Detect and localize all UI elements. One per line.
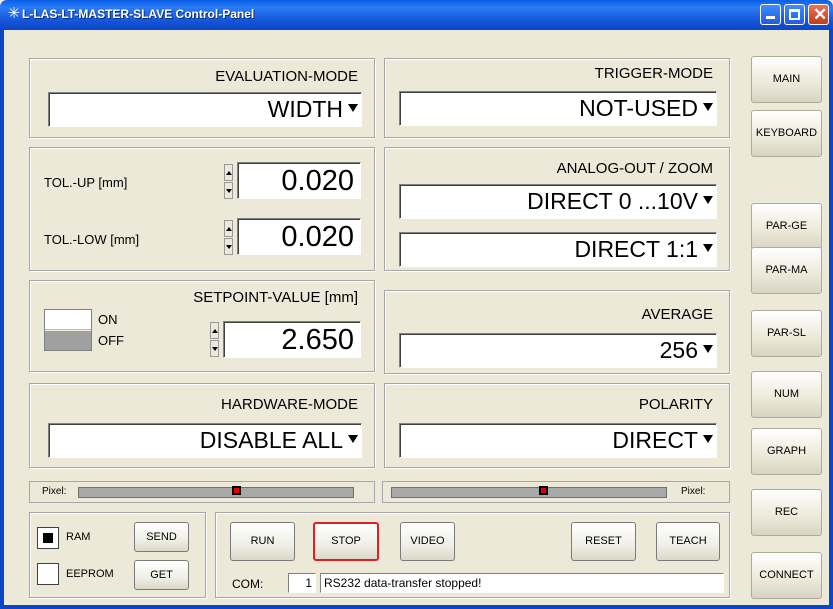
- setpoint-stepper[interactable]: [210, 322, 219, 358]
- zoom-value: DIRECT 1:1: [574, 236, 698, 262]
- increment-icon[interactable]: [224, 164, 233, 181]
- main-button[interactable]: MAIN: [751, 56, 822, 103]
- tol-up-label: TOL.-UP [mm]: [44, 175, 128, 190]
- minimize-button[interactable]: [760, 4, 781, 25]
- pixel-label-left: Pixel:: [42, 486, 67, 497]
- maximize-button[interactable]: [784, 4, 805, 25]
- tol-low-value: 0.020: [281, 221, 354, 253]
- pixel-bar-left: Pixel:: [29, 481, 375, 503]
- analog-out-dropdown[interactable]: DIRECT 0 ...10V: [399, 184, 717, 219]
- eeprom-label: EEPROM: [66, 568, 114, 580]
- hardware-mode-value: DISABLE ALL: [199, 427, 343, 453]
- trigger-mode-value: NOT-USED: [579, 95, 698, 121]
- keyboard-button[interactable]: KEYBOARD: [751, 110, 822, 157]
- rec-button[interactable]: REC: [751, 489, 822, 536]
- window-title: L-LAS-LT-MASTER-SLAVE Control-Panel: [22, 7, 255, 21]
- zoom-dropdown[interactable]: DIRECT 1:1: [399, 232, 717, 267]
- tol-low-input[interactable]: 0.020: [237, 218, 361, 255]
- tol-up-stepper[interactable]: [224, 164, 233, 200]
- chevron-down-icon: [348, 435, 358, 443]
- polarity-panel: POLARITY DIRECT: [384, 383, 730, 468]
- analog-out-label: ANALOG-OUT / ZOOM: [556, 160, 713, 177]
- reset-button[interactable]: RESET: [571, 522, 636, 561]
- graph-button[interactable]: GRAPH: [751, 428, 822, 475]
- tol-up-value: 0.020: [281, 165, 354, 197]
- ram-label: RAM: [66, 531, 91, 543]
- chevron-down-icon: [703, 103, 713, 111]
- hardware-mode-label: HARDWARE-MODE: [221, 396, 358, 413]
- pixel-track-left: [78, 486, 354, 498]
- average-value: 256: [659, 337, 698, 363]
- increment-icon[interactable]: [224, 220, 233, 237]
- trigger-mode-dropdown[interactable]: NOT-USED: [399, 91, 717, 126]
- par-ma-button[interactable]: PAR-MA: [751, 247, 822, 294]
- decrement-icon[interactable]: [224, 238, 233, 255]
- trigger-mode-label: TRIGGER-MODE: [594, 65, 713, 82]
- com-label: COM:: [232, 577, 264, 591]
- par-ge-button[interactable]: PAR-GE: [751, 203, 822, 250]
- evaluation-mode-dropdown[interactable]: WIDTH: [48, 92, 362, 127]
- ram-checkbox[interactable]: [37, 527, 59, 549]
- average-panel: AVERAGE 256: [384, 290, 730, 374]
- app-icon: ✳: [7, 5, 21, 22]
- polarity-dropdown[interactable]: DIRECT: [399, 423, 717, 458]
- run-button[interactable]: RUN: [230, 522, 295, 561]
- average-dropdown[interactable]: 256: [399, 333, 717, 368]
- setpoint-panel: SETPOINT-VALUE [mm] ON OFF 2.650: [29, 280, 375, 372]
- toggle-on-label: ON: [98, 312, 118, 327]
- status-message: RS232 data-transfer stopped!: [320, 573, 724, 593]
- video-button[interactable]: VIDEO: [400, 522, 455, 561]
- par-sl-button[interactable]: PAR-SL: [751, 310, 822, 357]
- chevron-down-icon: [703, 345, 713, 353]
- polarity-label: POLARITY: [638, 396, 713, 413]
- memory-panel: RAM EEPROM SEND GET: [29, 512, 206, 598]
- evaluation-mode-value: WIDTH: [267, 96, 343, 122]
- send-button[interactable]: SEND: [134, 522, 189, 552]
- title-bar: ✳ L-LAS-LT-MASTER-SLAVE Control-Panel ✕: [0, 0, 833, 30]
- hardware-mode-dropdown[interactable]: DISABLE ALL: [48, 423, 362, 458]
- control-panel: RUN STOP VIDEO RESET TEACH COM: 1 RS232 …: [215, 512, 730, 598]
- setpoint-toggle[interactable]: [44, 309, 92, 351]
- chevron-down-icon: [703, 196, 713, 204]
- setpoint-label: SETPOINT-VALUE [mm]: [193, 289, 358, 306]
- get-button[interactable]: GET: [134, 560, 189, 590]
- eeprom-checkbox[interactable]: [37, 563, 59, 585]
- pixel-label-right: Pixel:: [681, 486, 706, 497]
- decrement-icon[interactable]: [210, 340, 219, 357]
- chevron-down-icon: [703, 435, 713, 443]
- trigger-mode-panel: TRIGGER-MODE NOT-USED: [384, 58, 730, 138]
- tol-up-input[interactable]: 0.020: [237, 162, 361, 199]
- setpoint-value: 2.650: [281, 324, 354, 356]
- tol-low-label: TOL.-LOW [mm]: [44, 232, 140, 247]
- connect-button[interactable]: CONNECT: [751, 552, 822, 599]
- setpoint-input[interactable]: 2.650: [223, 321, 361, 358]
- pixel-bar-right: Pixel:: [382, 481, 730, 503]
- evaluation-mode-label: EVALUATION-MODE: [215, 68, 358, 85]
- pixel-track-right: [391, 486, 667, 498]
- chevron-down-icon: [703, 244, 713, 252]
- close-button[interactable]: ✕: [808, 4, 829, 25]
- average-label: AVERAGE: [641, 306, 713, 323]
- analog-out-value: DIRECT 0 ...10V: [527, 188, 698, 214]
- teach-button[interactable]: TEACH: [656, 522, 720, 561]
- com-port-field: 1: [288, 573, 316, 593]
- hardware-mode-panel: HARDWARE-MODE DISABLE ALL: [29, 383, 375, 468]
- tol-low-stepper[interactable]: [224, 220, 233, 256]
- pixel-marker-right: [539, 486, 549, 495]
- increment-icon[interactable]: [210, 322, 219, 339]
- stop-button[interactable]: STOP: [313, 522, 379, 561]
- toggle-off-label: OFF: [98, 333, 124, 348]
- pixel-marker-left: [231, 486, 241, 495]
- num-button[interactable]: NUM: [751, 371, 822, 418]
- tolerance-panel: TOL.-UP [mm] 0.020 TOL.-LOW [mm] 0.020: [29, 147, 375, 271]
- chevron-down-icon: [348, 104, 358, 112]
- evaluation-mode-panel: EVALUATION-MODE WIDTH: [29, 58, 375, 138]
- decrement-icon[interactable]: [224, 182, 233, 199]
- analog-out-panel: ANALOG-OUT / ZOOM DIRECT 0 ...10V DIRECT…: [384, 147, 730, 271]
- polarity-value: DIRECT: [612, 427, 698, 453]
